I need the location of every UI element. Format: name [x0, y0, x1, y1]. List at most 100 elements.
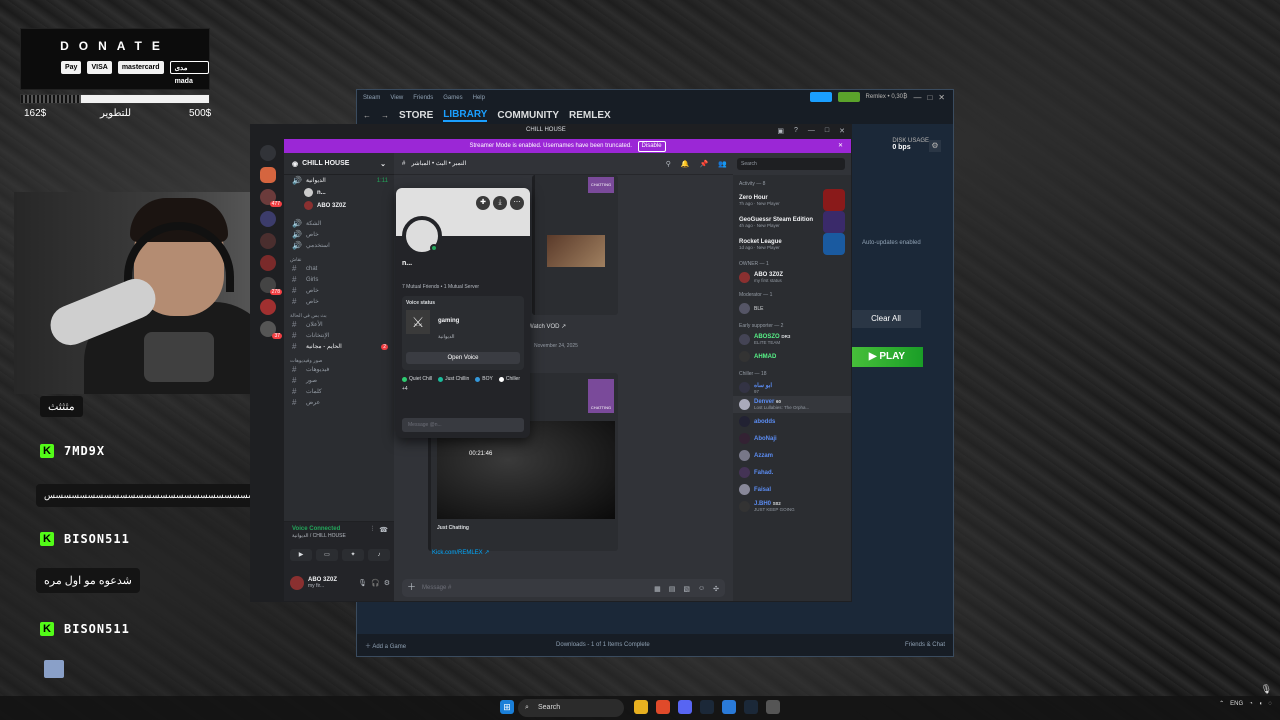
nav-library[interactable]: LIBRARY: [443, 109, 488, 122]
text-channel[interactable]: # كلمات: [284, 386, 394, 397]
member-item[interactable]: J.BH0 S02 JUST KEEP GOING: [733, 498, 851, 515]
direct-message-input[interactable]: Message @n...: [402, 418, 524, 432]
back-arrow-icon[interactable]: ←: [363, 111, 371, 120]
brave-browser-icon[interactable]: [656, 700, 670, 714]
gift-icon[interactable]: ▦: [654, 585, 661, 593]
text-channel[interactable]: # صور: [284, 375, 394, 386]
channel-category[interactable]: بث بس في الحالة: [284, 307, 394, 319]
member-item[interactable]: Azzam: [733, 447, 851, 464]
text-channel[interactable]: # عرض: [284, 397, 394, 408]
server-icon[interactable]: [260, 167, 276, 183]
inbox-icon[interactable]: ▣: [777, 127, 784, 135]
disconnect-icon[interactable]: ☎: [379, 526, 388, 534]
microphone-icon[interactable]: 🎙: [358, 579, 367, 587]
kick-link[interactable]: Kick.com/REMLEX ↗: [432, 549, 489, 556]
bell-icon[interactable]: 🔔: [681, 160, 690, 168]
channel-category[interactable]: صور وفيديوهات: [284, 352, 394, 364]
server-icon[interactable]: [260, 211, 276, 227]
voice-channel[interactable]: 🔊 الشكة: [284, 218, 394, 229]
server-icon[interactable]: 278: [260, 277, 282, 295]
stream-embed[interactable]: CHATTING: [532, 175, 618, 315]
text-channel[interactable]: # خاص: [284, 285, 394, 296]
close-icon[interactable]: ✕: [839, 127, 845, 135]
help-icon[interactable]: ?: [794, 127, 798, 135]
watch-vod-link[interactable]: Watch VOD ↗: [528, 323, 566, 330]
close-icon[interactable]: ✕: [938, 93, 945, 102]
maximize-icon[interactable]: □: [927, 93, 932, 102]
discord-home-icon[interactable]: [260, 145, 276, 161]
steam-icon[interactable]: [744, 700, 758, 714]
apps-icon[interactable]: ✣: [713, 585, 719, 593]
server-icon[interactable]: [260, 299, 276, 315]
member-item[interactable]: Fahad.: [733, 464, 851, 481]
voice-channel[interactable]: 🔊 استخدمي: [284, 240, 394, 251]
member-item[interactable]: ABO 3Z0Z my first status: [733, 269, 851, 286]
channel-category[interactable]: نقاش: [284, 251, 394, 263]
embed-image[interactable]: [547, 235, 605, 267]
windows-start-icon[interactable]: ⊞: [500, 700, 514, 714]
search-input[interactable]: Search: [737, 158, 845, 170]
member-item[interactable]: Faisal: [733, 481, 851, 498]
maximize-icon[interactable]: □: [825, 127, 829, 135]
avatar[interactable]: [290, 576, 304, 590]
guild-header[interactable]: ◉ CHILL HOUSE ⌄: [284, 153, 394, 175]
mutual-info[interactable]: 7 Mutual Friends • 1 Mutual Server: [402, 284, 479, 290]
voice-member[interactable]: ABO 3Z0Z: [284, 199, 394, 212]
member-item[interactable]: BLE: [733, 300, 851, 317]
text-channel[interactable]: # الأعلان: [284, 319, 394, 330]
menu-steam[interactable]: Steam: [363, 95, 380, 101]
announcement-icon[interactable]: [809, 92, 832, 102]
text-channel[interactable]: # خاص: [284, 296, 394, 307]
minimize-icon[interactable]: —: [808, 127, 815, 135]
add-friend-icon[interactable]: ✚: [476, 196, 490, 210]
nav-profile[interactable]: REMLEX: [569, 110, 611, 121]
friends-chat-button[interactable]: Friends & Chat: [905, 642, 945, 648]
text-channel[interactable]: # الإنتخانات: [284, 330, 394, 341]
steam-account[interactable]: Remlex • 0,30₿: [866, 94, 908, 100]
menu-games[interactable]: Games: [443, 95, 462, 101]
server-icon[interactable]: 37: [260, 321, 282, 339]
text-channel[interactable]: # Girls: [284, 274, 394, 285]
plus-icon[interactable]: ＋: [407, 580, 416, 593]
wifi-icon[interactable]: ◔: [1249, 701, 1253, 707]
voice-member[interactable]: n...: [284, 186, 394, 199]
activity-card[interactable]: Zero Hour 7h ago · New Player: [733, 189, 851, 211]
forward-arrow-icon[interactable]: →: [381, 111, 389, 120]
gif-icon[interactable]: ▤: [669, 585, 676, 593]
soundboard-icon[interactable]: ♪: [368, 549, 390, 561]
voice-connected-status[interactable]: Voice Connected: [292, 526, 340, 532]
headphones-icon[interactable]: 🎧: [371, 579, 380, 587]
emoji-icon[interactable]: ☺: [698, 585, 705, 593]
voice-channel[interactable]: 🔊 الديوانية 1:11: [284, 175, 394, 186]
member-item[interactable]: ABOSZO DR3 ELITE TEAM: [733, 331, 851, 348]
close-icon[interactable]: ✕: [838, 139, 843, 153]
discord-icon[interactable]: [678, 700, 692, 714]
disable-streamer-mode-button[interactable]: Disable: [637, 141, 666, 152]
minimize-icon[interactable]: —: [913, 93, 921, 102]
menu-help[interactable]: Help: [473, 95, 485, 101]
screen-share-icon[interactable]: ▭: [316, 549, 338, 561]
steam-icon[interactable]: [700, 700, 714, 714]
gear-icon[interactable]: ⚙: [384, 579, 390, 587]
threads-icon[interactable]: ⚲: [666, 160, 671, 168]
app-icon[interactable]: [766, 700, 780, 714]
nav-community[interactable]: COMMUNITY: [497, 110, 559, 121]
activity-card[interactable]: GeoGuessr Steam Edition 4h ago · New Play…: [733, 211, 851, 233]
add-game-button[interactable]: ＋ Add a Game: [365, 641, 406, 650]
text-channel[interactable]: # الحايم - مجانية 2: [284, 341, 394, 352]
download-icon[interactable]: ⤓: [493, 196, 507, 210]
file-explorer-icon[interactable]: [634, 700, 648, 714]
sticker-icon[interactable]: ▧: [683, 585, 690, 593]
member-item[interactable]: AboNaji: [733, 430, 851, 447]
activities-icon[interactable]: ✦: [342, 549, 364, 561]
voice-channel[interactable]: 🔊 خاص: [284, 229, 394, 240]
text-channel[interactable]: # chat: [284, 263, 394, 274]
downloads-status[interactable]: Downloads - 1 of 1 Items Complete: [556, 642, 650, 648]
notification-icon[interactable]: [837, 92, 860, 102]
clear-all-button[interactable]: Clear All: [851, 310, 921, 328]
more-icon[interactable]: ⋯: [510, 196, 524, 210]
server-icon[interactable]: [260, 255, 276, 271]
notification-bell-icon[interactable]: ◌: [1268, 701, 1272, 707]
taskbar-search[interactable]: ⌕ Search: [518, 699, 624, 717]
language-indicator[interactable]: ENG: [1230, 701, 1243, 707]
